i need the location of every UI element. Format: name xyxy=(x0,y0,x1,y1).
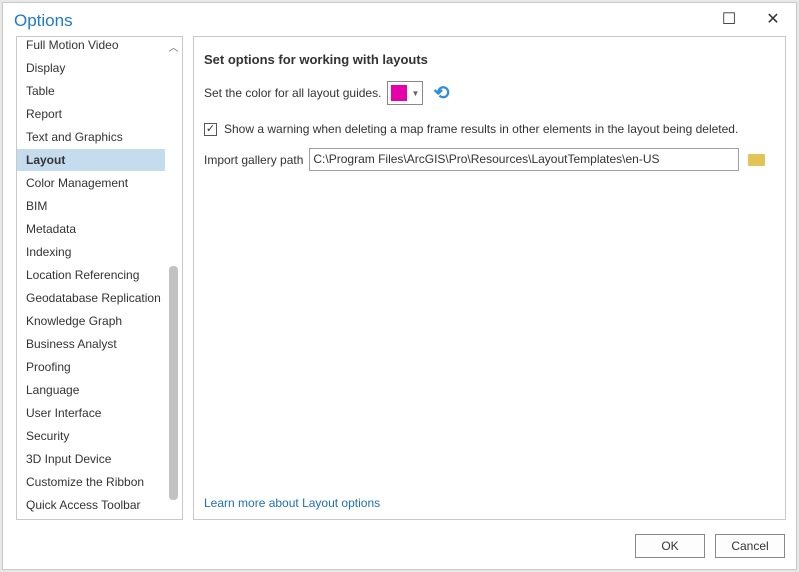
sidebar-item-report[interactable]: Report xyxy=(17,103,165,125)
section-heading: Set options for working with layouts xyxy=(204,52,428,67)
warning-checkbox[interactable]: ✓ xyxy=(204,122,217,136)
gallery-path-input[interactable]: C:\Program Files\ArcGIS\Pro\Resources\La… xyxy=(309,148,740,171)
layout-options-panel: Set options for working with layouts Set… xyxy=(193,36,786,520)
sidebar-item-location-referencing[interactable]: Location Referencing xyxy=(17,264,165,286)
sidebar-item-quick-access-toolbar[interactable]: Quick Access Toolbar xyxy=(17,494,165,516)
gallery-path-label: Import gallery path xyxy=(204,152,304,167)
sidebar-item-business-analyst[interactable]: Business Analyst xyxy=(17,333,165,355)
cancel-button[interactable]: Cancel xyxy=(715,534,785,558)
scroll-up-icon[interactable]: ︿ xyxy=(165,39,182,54)
guide-color-picker[interactable]: ▼ xyxy=(387,81,424,105)
sidebar-item-text-and-graphics[interactable]: Text and Graphics xyxy=(17,126,165,148)
options-dialog: Options ☐ ✕ Quick Access Toolbar Customiz… xyxy=(2,2,797,570)
sidebar-item-user-interface[interactable]: User Interface xyxy=(17,402,165,424)
sidebar-item-bim[interactable]: BIM xyxy=(17,195,165,217)
warning-label: Show a warning when deleting a map frame… xyxy=(224,122,739,136)
dialog-title: Options xyxy=(14,11,73,30)
sidebar-item-table[interactable]: Table xyxy=(17,80,165,102)
sidebar-item-layout[interactable]: Layout xyxy=(17,149,165,171)
sidebar-item-geodatabase-replication[interactable]: Geodatabase Replication xyxy=(17,287,165,309)
color-swatch xyxy=(391,85,408,101)
ok-button[interactable]: OK xyxy=(635,534,705,558)
options-category-list[interactable]: Quick Access Toolbar Customize the Ribbon… xyxy=(16,36,183,520)
maximize-button[interactable]: ☐ xyxy=(714,9,744,31)
sidebar-item-color-management[interactable]: Color Management xyxy=(17,172,165,194)
scrollbar[interactable]: ︿ xyxy=(165,37,182,519)
sidebar-item-customize-the-ribbon[interactable]: Customize the Ribbon xyxy=(17,471,165,493)
chevron-down-icon: ▼ xyxy=(411,88,420,98)
sidebar-item-knowledge-graph[interactable]: Knowledge Graph xyxy=(17,310,165,332)
sidebar-item-3d-input-device[interactable]: 3D Input Device xyxy=(17,448,165,470)
sidebar-item-indexing[interactable]: Indexing xyxy=(17,241,165,263)
folder-open-icon[interactable] xyxy=(748,153,766,166)
close-button[interactable]: ✕ xyxy=(758,9,788,31)
sidebar-item-security[interactable]: Security xyxy=(17,425,165,447)
sidebar-item-language[interactable]: Language xyxy=(17,379,165,401)
guide-color-label: Set the color for all layout guides. xyxy=(204,86,382,100)
sidebar-item-proofing[interactable]: Proofing xyxy=(17,356,165,378)
sidebar-item-metadata[interactable]: Metadata xyxy=(17,218,165,240)
reset-color-icon[interactable]: ⟲ xyxy=(433,82,449,105)
sidebar-item-full-motion-video[interactable]: Full Motion Video xyxy=(17,37,165,56)
scrollbar-thumb[interactable] xyxy=(169,266,178,500)
learn-more-link[interactable]: Learn more about Layout options xyxy=(204,496,380,510)
sidebar-item-display[interactable]: Display xyxy=(17,57,165,79)
